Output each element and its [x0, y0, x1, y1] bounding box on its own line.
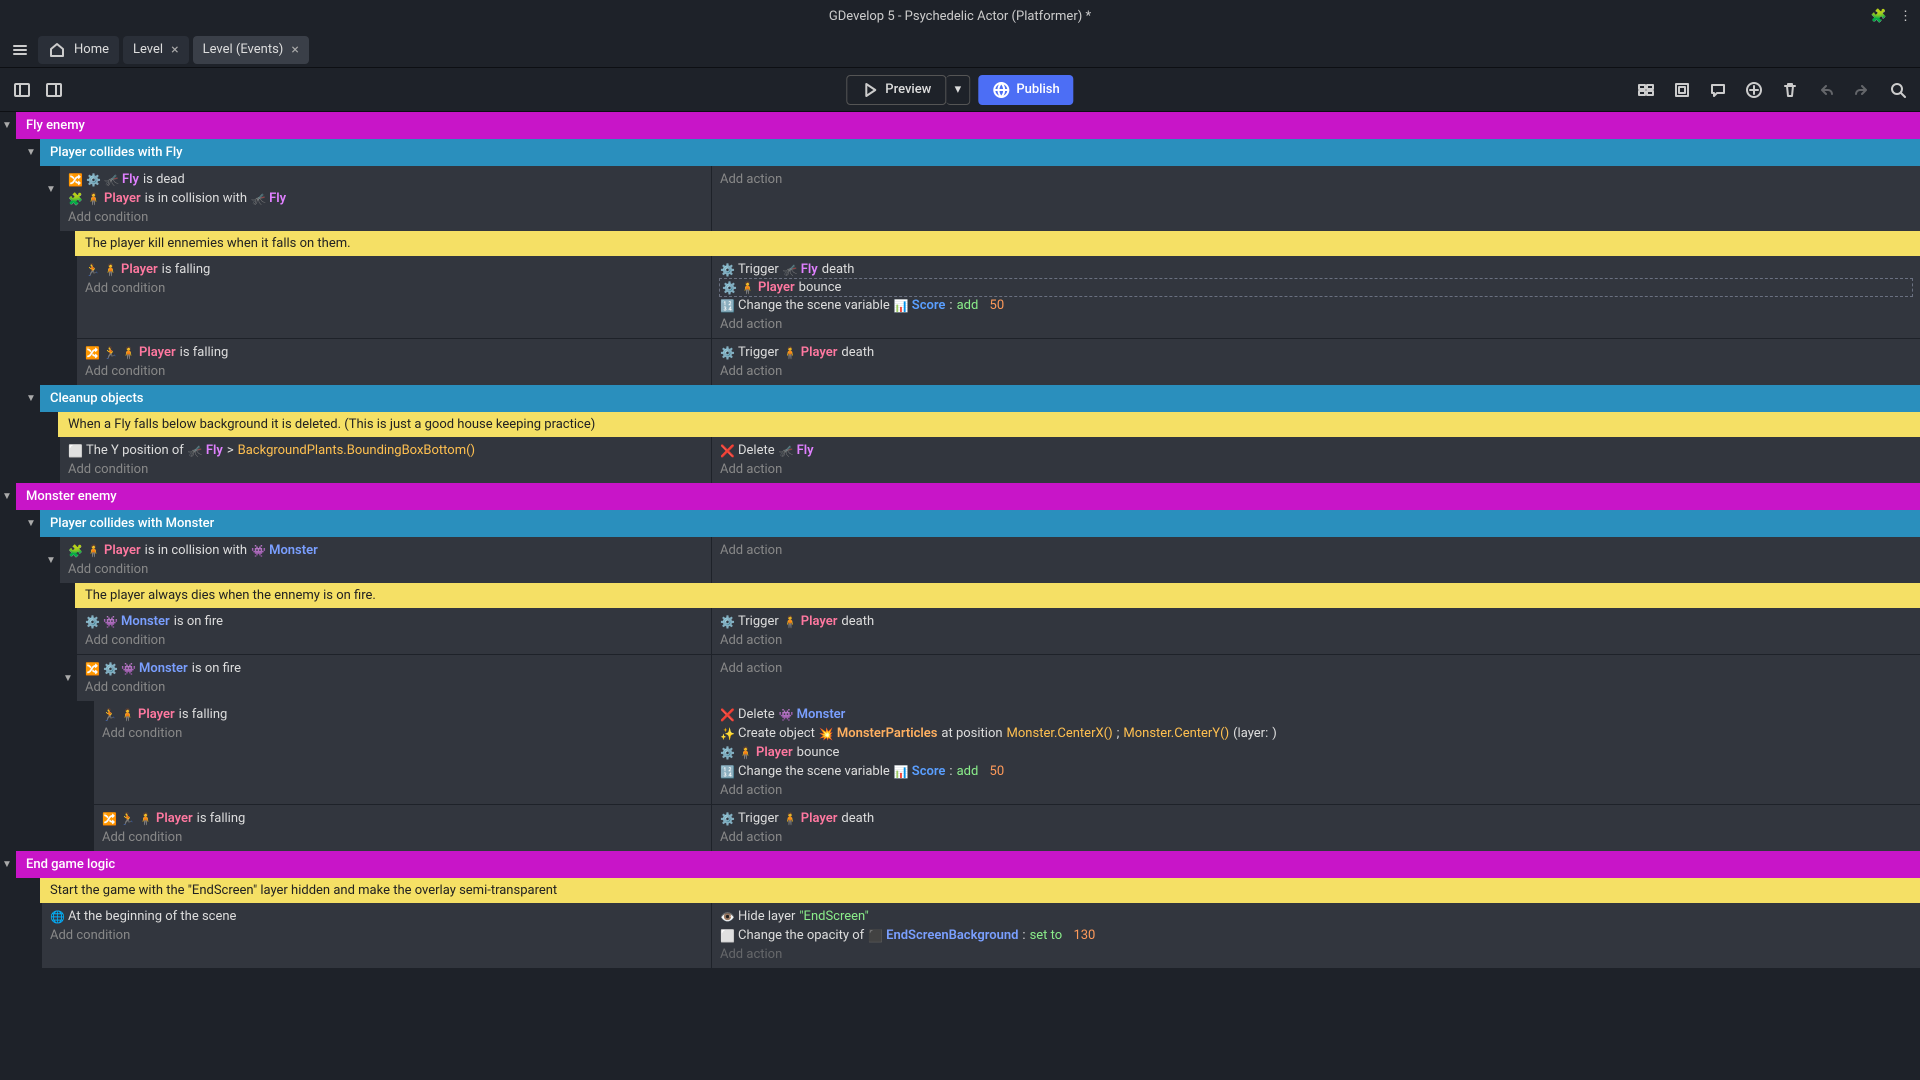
chevron-down-icon[interactable]: ▼ [26, 518, 36, 529]
add-condition[interactable]: Add condition [50, 926, 703, 945]
tab-label: Home [74, 42, 109, 57]
event-row[interactable]: ▼ 🔀⚙️🦟Fly is dead 🧩🧍Player is in collisi… [58, 166, 1920, 231]
tab-level[interactable]: Level × [123, 36, 189, 64]
event-row[interactable]: ⬜The Y position of 🦟Fly > BackgroundPlan… [58, 437, 1920, 483]
comment[interactable]: When a Fly falls below background it is … [58, 412, 1920, 437]
add-condition[interactable]: Add condition [102, 828, 703, 847]
more-icon[interactable]: ⋮ [1899, 9, 1912, 24]
delete-icon[interactable] [1776, 76, 1804, 104]
play-icon [861, 81, 879, 99]
add-action[interactable]: Add action [720, 659, 1912, 678]
close-icon[interactable]: × [291, 42, 298, 58]
tab-level-events[interactable]: Level (Events) × [193, 36, 309, 64]
add-action[interactable]: Add action [720, 362, 1912, 381]
events-sheet: ▼ Fly enemy ▼ Player collides with Fly ▼… [0, 112, 1920, 1080]
tab-label: Level [133, 42, 163, 57]
add-action[interactable]: Add action [720, 945, 1912, 964]
add-condition[interactable]: Add condition [85, 678, 703, 697]
add-condition[interactable]: Add condition [85, 279, 703, 298]
preview-button[interactable]: Preview [846, 75, 946, 105]
comment[interactable]: Start the game with the "EndScreen" laye… [40, 878, 1920, 903]
event-row[interactable]: 🏃🧍Player is falling Add condition ❌Delet… [92, 701, 1920, 804]
add-condition[interactable]: Add condition [85, 362, 703, 381]
add-action[interactable]: Add action [720, 631, 1912, 650]
chevron-down-icon[interactable]: ▼ [46, 184, 56, 195]
search-icon[interactable] [1884, 76, 1912, 104]
add-action[interactable]: Add action [720, 315, 1912, 334]
chevron-down-icon[interactable]: ▼ [46, 555, 56, 566]
group-cleanup[interactable]: ▼ Cleanup objects [40, 385, 1920, 412]
add-condition[interactable]: Add condition [102, 724, 703, 743]
tab-label: Level (Events) [203, 42, 284, 57]
tabbar: Home Level × Level (Events) × [0, 32, 1920, 68]
chevron-down-icon[interactable]: ▼ [2, 120, 12, 131]
titlebar: GDevelop 5 - Psychedelic Actor (Platform… [0, 0, 1920, 32]
event-row[interactable]: 🏃🧍Player is falling Add condition ⚙️Trig… [75, 256, 1920, 338]
event-row[interactable]: ▼ 🧩🧍Player is in collision with 👾Monster… [58, 537, 1920, 583]
add-action[interactable]: Add action [720, 170, 1912, 189]
group-fly-enemy[interactable]: ▼ Fly enemy [16, 112, 1920, 139]
actions-panel[interactable]: Add action [712, 166, 1920, 231]
panel-right-icon[interactable] [40, 76, 68, 104]
comment[interactable]: The player kill ennemies when it falls o… [75, 231, 1920, 256]
home-icon [48, 41, 66, 59]
group-end-game[interactable]: ▼ End game logic [16, 851, 1920, 878]
add-action[interactable]: Add action [720, 541, 1912, 560]
event-row[interactable]: 🔀🏃🧍Player is falling Add condition ⚙️Tri… [92, 805, 1920, 851]
toolbar: Preview ▾ Publish [0, 68, 1920, 112]
app-title: GDevelop 5 - Psychedelic Actor (Platform… [829, 9, 1091, 24]
add-condition[interactable]: Add condition [68, 460, 703, 479]
toggle-conditions-icon[interactable] [1632, 76, 1660, 104]
publish-button[interactable]: Publish [978, 75, 1073, 105]
group-monster-enemy[interactable]: ▼ Monster enemy [16, 483, 1920, 510]
event-row[interactable]: 🔀🏃🧍Player is falling Add condition ⚙️Tri… [75, 339, 1920, 385]
group-player-fly[interactable]: ▼ Player collides with Fly [40, 139, 1920, 166]
undo-icon[interactable] [1812, 76, 1840, 104]
panel-left-icon[interactable] [8, 76, 36, 104]
toggle-disabled-icon[interactable] [1668, 76, 1696, 104]
chevron-down-icon[interactable]: ▼ [2, 491, 12, 502]
event-row[interactable]: 🌐At the beginning of the scene Add condi… [40, 903, 1920, 968]
comment[interactable]: The player always dies when the ennemy i… [75, 583, 1920, 608]
event-row[interactable]: ⚙️👾Monster is on fire Add condition ⚙️Tr… [75, 608, 1920, 654]
add-action[interactable]: Add action [720, 460, 1912, 479]
redo-icon[interactable] [1848, 76, 1876, 104]
add-event-icon[interactable] [1740, 76, 1768, 104]
globe-icon [992, 81, 1010, 99]
add-condition[interactable]: Add condition [85, 631, 703, 650]
add-action[interactable]: Add action [720, 781, 1912, 800]
add-condition[interactable]: Add condition [68, 560, 703, 579]
conditions-panel[interactable]: 🔀⚙️🦟Fly is dead 🧩🧍Player is in collision… [60, 166, 712, 231]
extension-icon[interactable]: 🧩 [1871, 9, 1887, 24]
chevron-down-icon[interactable]: ▼ [26, 393, 36, 404]
close-icon[interactable]: × [171, 42, 178, 58]
preview-dropdown[interactable]: ▾ [946, 75, 970, 105]
add-comment-icon[interactable] [1704, 76, 1732, 104]
add-action[interactable]: Add action [720, 828, 1912, 847]
add-condition[interactable]: Add condition [68, 208, 703, 227]
menu-icon[interactable] [6, 36, 34, 64]
chevron-down-icon[interactable]: ▼ [2, 859, 12, 870]
tab-home[interactable]: Home [38, 36, 119, 64]
group-player-monster[interactable]: ▼ Player collides with Monster [40, 510, 1920, 537]
event-row[interactable]: ▼ 🔀⚙️👾Monster is on fire Add condition A… [75, 655, 1920, 701]
chevron-down-icon[interactable]: ▼ [26, 147, 36, 158]
chevron-down-icon[interactable]: ▼ [63, 673, 73, 684]
